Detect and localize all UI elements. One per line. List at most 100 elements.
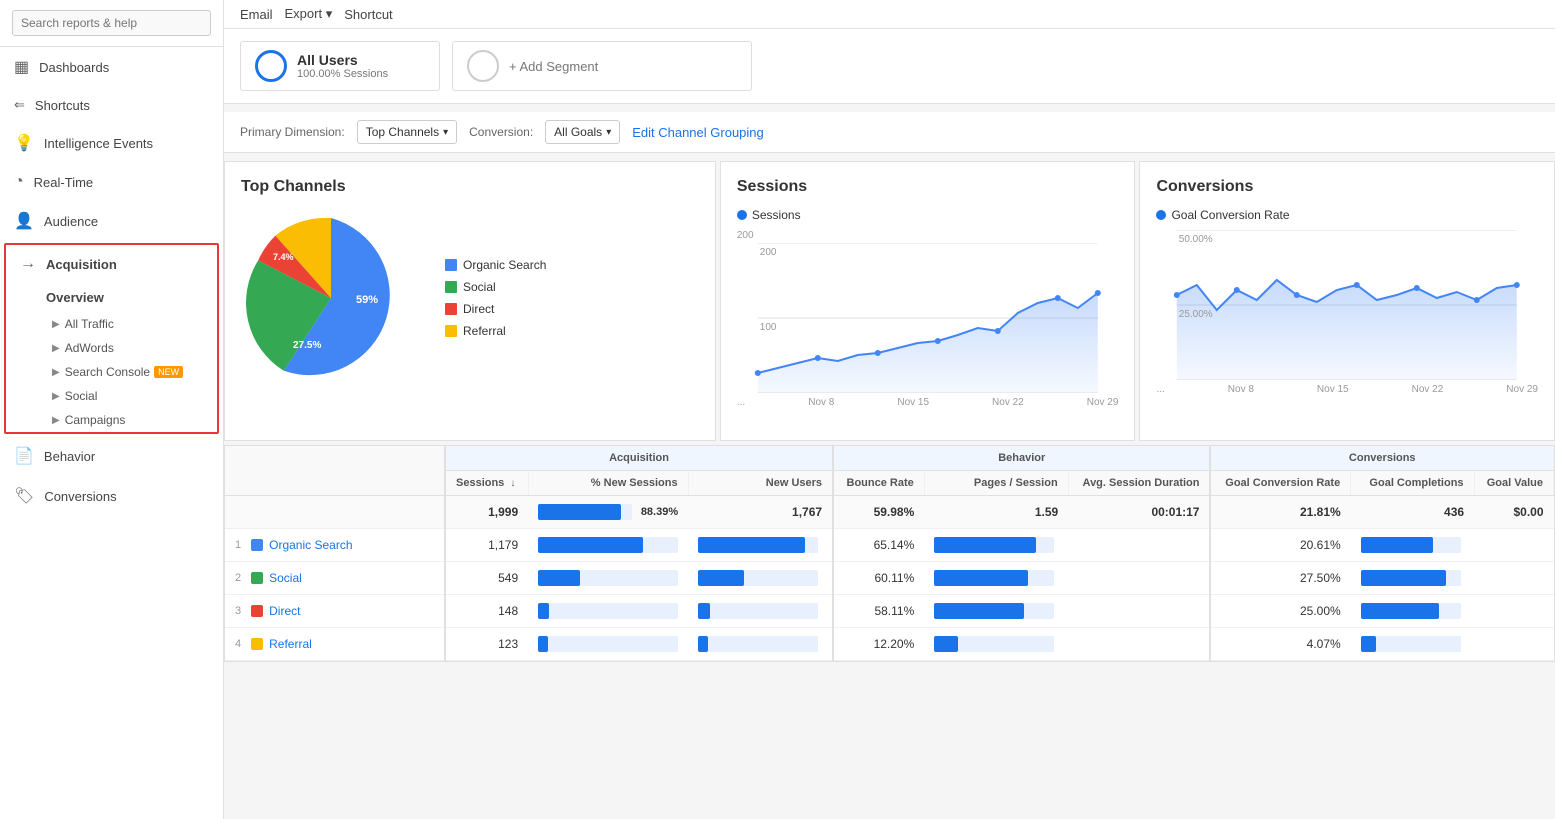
sidebar-item-shortcuts[interactable]: ⇐ Shortcuts [0,87,223,123]
total-pages: 1.59 [924,496,1068,529]
charts-row: Top Channels 59% [224,161,1555,441]
goal-value-cell [1474,562,1553,595]
sidebar-item-conversions[interactable]: 🏷 Conversions [0,476,223,516]
total-goal-cvr: 21.81% [1210,496,1350,529]
add-segment-button[interactable]: + Add Segment [452,41,752,91]
duration-cell [1068,529,1210,562]
channel-link[interactable]: 4 Referral [235,637,434,651]
pct-new-bar-cell [528,628,688,661]
channel-link[interactable]: 2 Social [235,571,434,585]
duration-cell [1068,562,1210,595]
pages-session-col-header[interactable]: Pages / Session [924,471,1068,496]
table-row: 2 Social 549 60.11% 27.50% [225,562,1554,595]
channel-link[interactable]: 1 Organic Search [235,538,434,552]
new-badge: NEW [154,366,183,378]
sidebar-item-acquisition[interactable]: → Acquisition [6,245,217,283]
sessions-dot [737,210,747,220]
arrow-icon: ▶ [52,343,60,354]
new-users-bar-cell [688,595,833,628]
social-color [445,281,457,293]
sidebar-item-audience[interactable]: 👤 Audience [0,201,223,241]
legend-social: Social [445,280,546,294]
behavior-icon: 📄 [14,446,34,466]
pie-container: 59% 27.5% 7.4% Organic Search Social [241,208,699,388]
pct-new-col-header[interactable]: % New Sessions [528,471,688,496]
channel-color-dot [251,539,263,551]
sub-item-label: AdWords [65,341,114,355]
edit-channel-grouping-link[interactable]: Edit Channel Grouping [632,125,764,140]
conversions-title: Conversions [1156,178,1538,196]
sidebar-item-label: Audience [44,214,98,229]
goal-value-cell [1474,529,1553,562]
realtime-icon: ◔ [14,173,24,191]
acquisition-group-header: Acquisition [445,446,833,471]
sidebar-item-social[interactable]: ▶ Social [6,384,217,408]
export-button[interactable]: Export ▾ [285,6,333,22]
acquisition-icon: → [20,255,36,273]
sidebar-item-behavior[interactable]: 📄 Behavior [0,436,223,476]
goal-cvr-cell: 25.00% [1210,595,1350,628]
sidebar-item-adwords[interactable]: ▶ AdWords [6,336,217,360]
primary-dimension-dropdown[interactable]: Top Channels ▾ [357,120,457,144]
all-users-segment[interactable]: All Users 100.00% Sessions [240,41,440,91]
dashboards-icon: ▦ [14,57,29,77]
sessions-col-header[interactable]: Sessions ↓ [445,471,528,496]
conversions-panel: Conversions Goal Conversion Rate [1139,161,1555,441]
table-row: 4 Referral 123 12.20% 4.07% [225,628,1554,661]
sub-item-label: Social [65,389,98,403]
sessions-panel: Sessions Sessions 200 [720,161,1136,441]
new-users-col-header[interactable]: New Users [688,471,833,496]
sidebar-item-search-console[interactable]: ▶ Search Console NEW [6,360,217,384]
sub-item-label: Campaigns [65,413,126,427]
channel-header[interactable] [225,446,445,496]
top-channels-panel: Top Channels 59% [224,161,716,441]
pie-label-275: 27.5% [293,340,321,351]
table-row: 1 Organic Search 1,179 65.14% 20.61% [225,529,1554,562]
legend-label: Organic Search [463,258,546,272]
conversion-dropdown[interactable]: All Goals ▾ [545,120,620,144]
sessions-chart-area: 200 [737,230,1119,408]
search-container [0,0,223,47]
sidebar-item-dashboards[interactable]: ▦ Dashboards [0,47,223,87]
goal-value-cell [1474,595,1553,628]
sessions-title: Sessions [737,178,1119,196]
legend-label: Direct [463,302,494,316]
channel-link[interactable]: 3 Direct [235,604,434,618]
svg-text:25.00%: 25.00% [1179,309,1213,320]
pct-new-bar-cell [528,529,688,562]
email-button[interactable]: Email [240,7,273,22]
direct-color [445,303,457,315]
bounce-rate-cell: 60.11% [833,562,924,595]
conversions-legend-label: Goal Conversion Rate [1171,208,1289,222]
search-input[interactable] [12,10,211,36]
arrow-icon: ▶ [52,319,60,330]
total-row: 1,999 88.39% 1,767 59.98% 1.59 00:01:17 … [225,496,1554,529]
channel-cell: 3 Direct [225,595,445,628]
top-channels-title: Top Channels [241,178,699,196]
duration-cell [1068,595,1210,628]
conversions-group-header: Conversions [1210,446,1553,471]
sessions-cell: 1,179 [445,529,528,562]
sessions-cell: 123 [445,628,528,661]
legend-organic: Organic Search [445,258,546,272]
bounce-rate-cell: 65.14% [833,529,924,562]
dropdown-arrow-icon: ▾ [443,127,448,138]
bounce-rate-col-header[interactable]: Bounce Rate [833,471,924,496]
data-table: Acquisition Behavior Conversions Session… [225,446,1554,661]
avg-duration-col-header[interactable]: Avg. Session Duration [1068,471,1210,496]
sidebar-item-overview[interactable]: Overview [6,283,217,312]
sidebar-item-realtime[interactable]: ◔ Real-Time [0,163,223,201]
sidebar-item-intelligence[interactable]: 💡 Intelligence Events [0,123,223,163]
sidebar-item-campaigns[interactable]: ▶ Campaigns [6,408,217,432]
bounce-bar-cell [924,628,1068,661]
shortcut-button[interactable]: Shortcut [344,7,392,22]
pie-label-74: 7.4% [273,252,294,262]
goal-cvr-col-header[interactable]: Goal Conversion Rate [1210,471,1350,496]
goal-value-col-header[interactable]: Goal Value [1474,471,1553,496]
audience-icon: 👤 [14,211,34,231]
goal-completions-col-header[interactable]: Goal Completions [1351,471,1474,496]
duration-cell [1068,628,1210,661]
sidebar-item-all-traffic[interactable]: ▶ All Traffic [6,312,217,336]
goal-cvr-cell: 27.50% [1210,562,1350,595]
total-duration: 00:01:17 [1068,496,1210,529]
